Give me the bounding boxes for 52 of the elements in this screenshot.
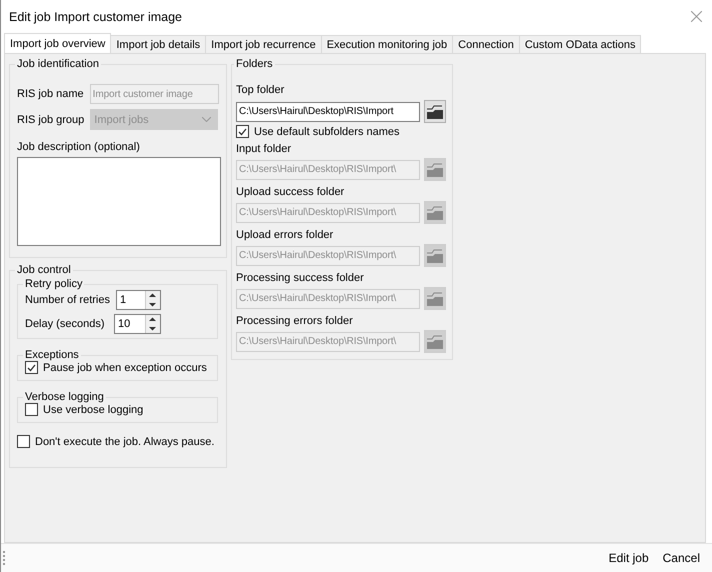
group-title: Exceptions xyxy=(24,349,80,361)
checkbox-row[interactable]: Use default subfolders names xyxy=(236,125,400,138)
group-title: Folders xyxy=(235,58,274,70)
field-label: Upload success folder xyxy=(236,186,346,198)
checkbox[interactable] xyxy=(25,403,38,416)
dialog-button[interactable]: Edit job xyxy=(606,551,651,565)
folder-shelf-icon xyxy=(427,206,444,220)
tab[interactable]: Import job recurrence xyxy=(205,35,322,53)
dialog-button[interactable]: Cancel xyxy=(660,551,702,565)
tab[interactable]: Connection xyxy=(452,35,520,53)
folder-shelf-icon xyxy=(427,248,444,262)
caret-icon xyxy=(202,117,211,122)
number-spinner[interactable]: 1 xyxy=(116,290,161,310)
field-label: Job description (optional) xyxy=(17,141,141,153)
tab[interactable]: Execution monitoring job xyxy=(320,35,454,53)
browse-button[interactable] xyxy=(424,100,446,123)
group-title: Verbose logging xyxy=(24,391,105,403)
window-title: Edit job Import customer image xyxy=(9,10,182,24)
field-label: Delay (seconds) xyxy=(25,318,104,330)
field-label: RIS job name xyxy=(17,88,84,100)
number-spinner[interactable]: 10 xyxy=(114,314,161,334)
checkbox[interactable] xyxy=(17,435,30,448)
close-icon[interactable] xyxy=(691,11,702,22)
field-label: Input folder xyxy=(236,143,292,155)
path-field[interactable]: C:\Users\Hairul\Desktop\RIS\Import xyxy=(236,102,420,122)
field-label: Processing success folder xyxy=(236,272,365,284)
folder-shelf-icon xyxy=(427,292,444,306)
group-title: Job identification xyxy=(16,58,100,70)
checkbox-label: Don't execute the job. Always pause. xyxy=(35,436,214,448)
group-title: Retry policy xyxy=(24,278,84,290)
field-label: Top folder xyxy=(236,84,286,96)
description-field[interactable] xyxy=(17,157,221,246)
tab[interactable]: Import job details xyxy=(110,35,206,53)
field-label: Upload errors folder xyxy=(236,229,334,241)
checkbox-label: Use verbose logging xyxy=(43,404,144,416)
folder-shelf-icon xyxy=(427,334,444,348)
checkbox[interactable] xyxy=(25,361,38,374)
checkbox-label: Pause job when exception occurs xyxy=(43,362,207,374)
field-label: Processing errors folder xyxy=(236,315,354,327)
folder-shelf-icon xyxy=(427,104,444,118)
folder-shelf-icon xyxy=(427,162,444,176)
field-label: Number of retries xyxy=(25,294,110,306)
group-title: Job control xyxy=(16,264,72,276)
checkbox[interactable] xyxy=(236,125,249,138)
checkbox-row[interactable]: Don't execute the job. Always pause. xyxy=(17,435,214,448)
checkbox-row[interactable]: Use verbose logging xyxy=(25,403,144,416)
checkbox-label: Use default subfolders names xyxy=(254,126,400,138)
field-label: RIS job group xyxy=(17,114,84,126)
tab[interactable]: Import job overview xyxy=(4,33,112,53)
checkbox-row[interactable]: Pause job when exception occurs xyxy=(25,361,207,374)
resize-grip-icon[interactable] xyxy=(3,551,6,565)
tab[interactable]: Custom OData actions xyxy=(518,35,642,53)
